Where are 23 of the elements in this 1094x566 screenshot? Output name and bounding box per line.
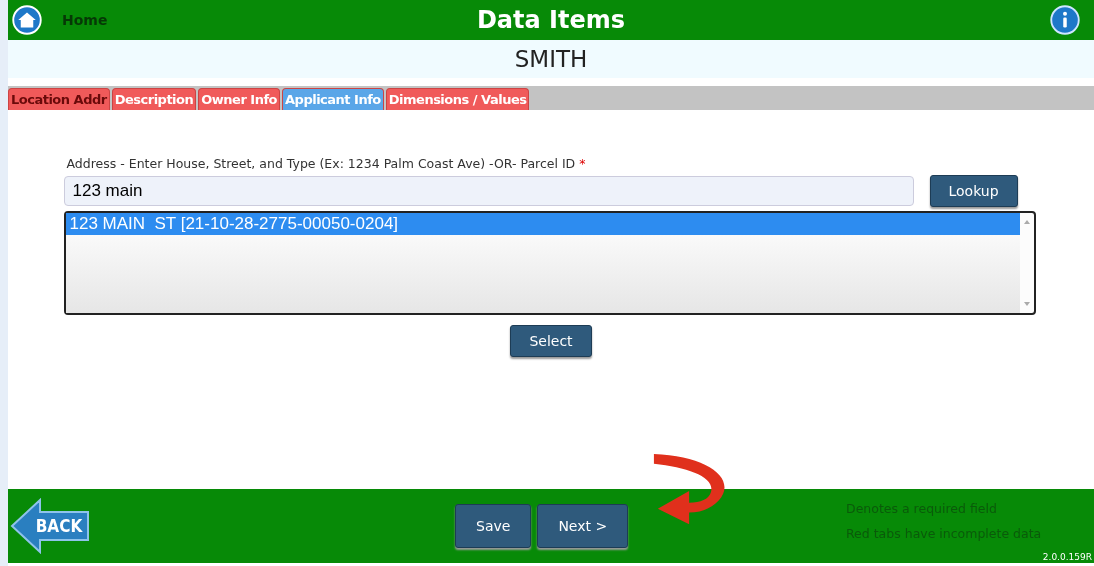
home-icon[interactable]	[12, 5, 42, 35]
tab[interactable]: Location Addr	[8, 88, 110, 110]
next-button[interactable]: Next >	[537, 504, 629, 548]
back-button[interactable]: BACK	[10, 498, 90, 554]
home-link[interactable]: Home	[62, 12, 108, 28]
record-name: SMITH	[514, 46, 588, 72]
tab[interactable]: Description	[111, 88, 197, 110]
tab[interactable]: Owner Info	[198, 88, 280, 110]
select-button[interactable]: Select	[510, 325, 592, 357]
version-text: 2.0.0.159R	[1042, 552, 1092, 562]
save-button[interactable]: Save	[455, 504, 532, 548]
address-label: Address - Enter House, Street, and Type (Ex: 1234 Palm Coast Ave) -OR- Parcel ID *	[66, 156, 587, 171]
required-mark: *	[579, 156, 586, 171]
tab[interactable]: Applicant Info	[282, 88, 384, 110]
info-icon[interactable]	[1050, 5, 1080, 35]
results-list[interactable]: 123 MAIN ST [21-10-28-2775-00050-0204]	[63, 211, 1036, 315]
scroll-up-icon[interactable]	[1022, 219, 1031, 225]
lookup-button[interactable]: Lookup	[929, 175, 1018, 207]
address-field[interactable]: 123 main	[63, 176, 914, 206]
page-title: Data Items	[476, 6, 626, 34]
tab[interactable]: Dimensions / Values	[385, 88, 530, 110]
scroll-down-icon[interactable]	[1022, 301, 1031, 307]
result-item[interactable]: 123 MAIN ST [21-10-28-2775-00050-0204]	[65, 213, 1020, 235]
